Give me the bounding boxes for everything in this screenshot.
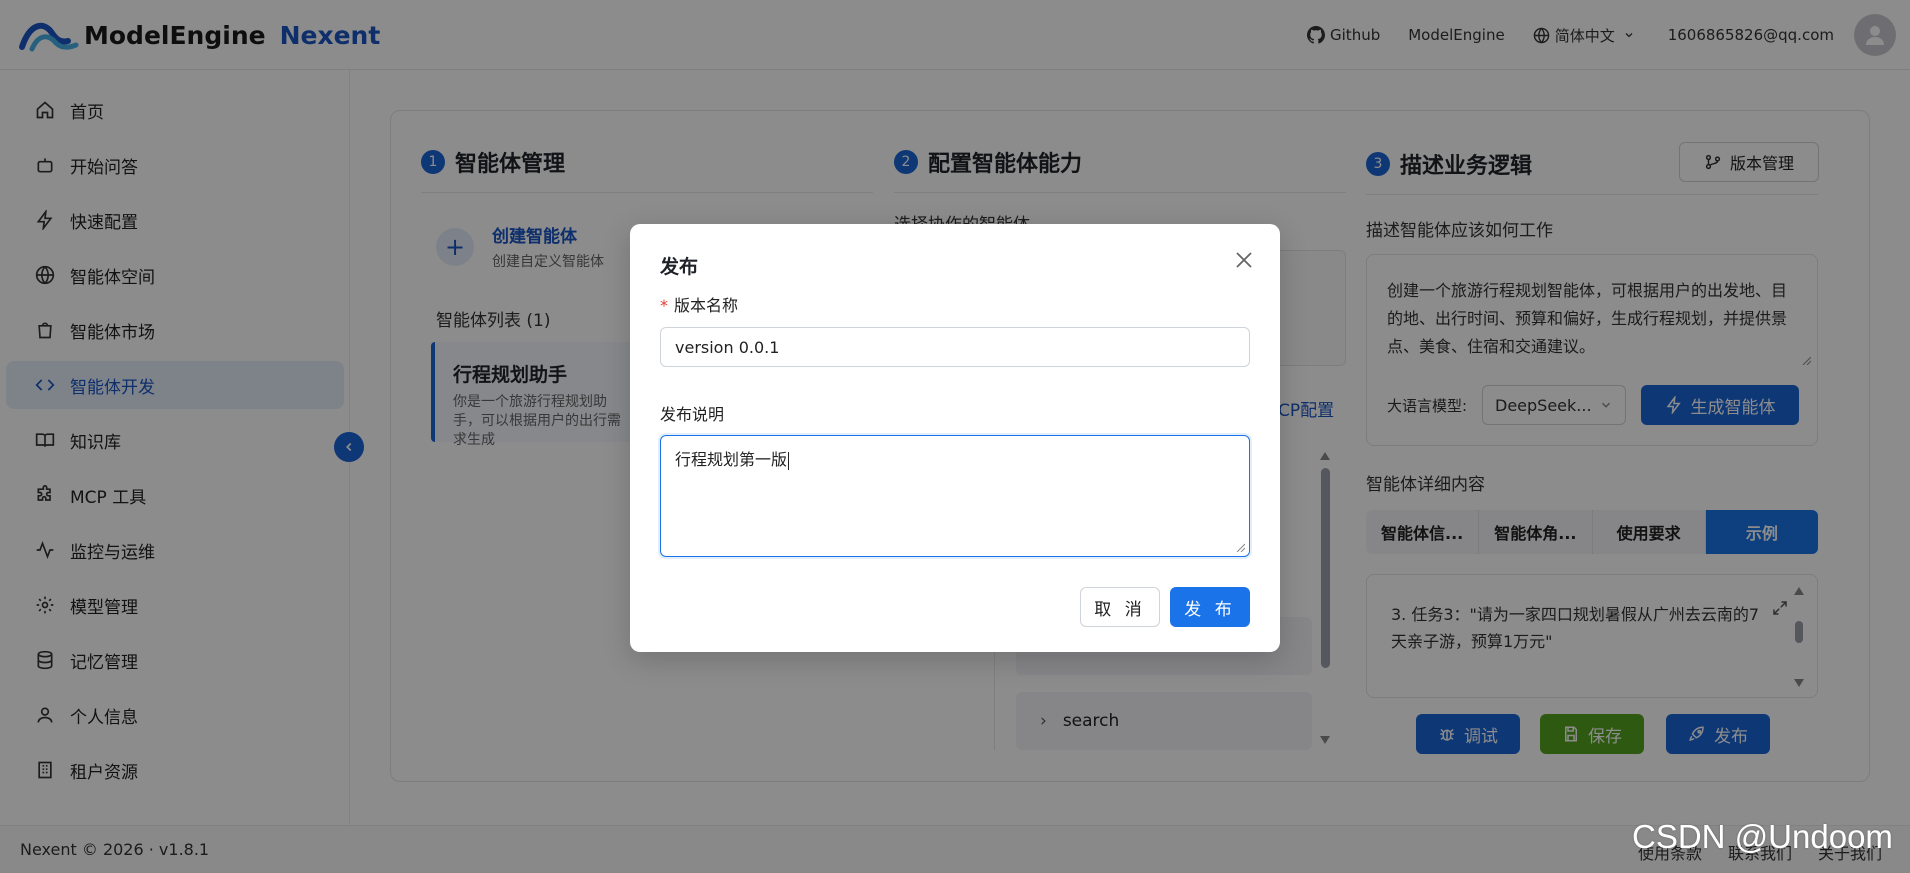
confirm-publish-button[interactable]: 发 布	[1170, 587, 1250, 627]
version-name-value: version 0.0.1	[675, 337, 780, 357]
resize-handle-icon[interactable]	[1235, 542, 1245, 552]
version-name-label-text: 版本名称	[674, 296, 739, 315]
version-name-input[interactable]: version 0.0.1	[660, 327, 1250, 367]
version-name-label: * 版本名称	[660, 292, 738, 316]
publish-dialog: 发布 * 版本名称 version 0.0.1 发布说明 行程规划第一版 取 消 …	[630, 224, 1280, 652]
close-icon[interactable]	[1234, 250, 1254, 270]
release-notes-value: 行程规划第一版	[675, 450, 788, 469]
release-notes-label: 发布说明	[660, 405, 725, 424]
release-notes-input[interactable]: 行程规划第一版	[660, 435, 1250, 557]
required-mark: *	[660, 296, 668, 315]
text-caret	[788, 451, 790, 470]
watermark: CSDN @Undoom	[1632, 818, 1893, 855]
dialog-title: 发布	[660, 256, 699, 278]
cancel-button[interactable]: 取 消	[1080, 587, 1160, 627]
